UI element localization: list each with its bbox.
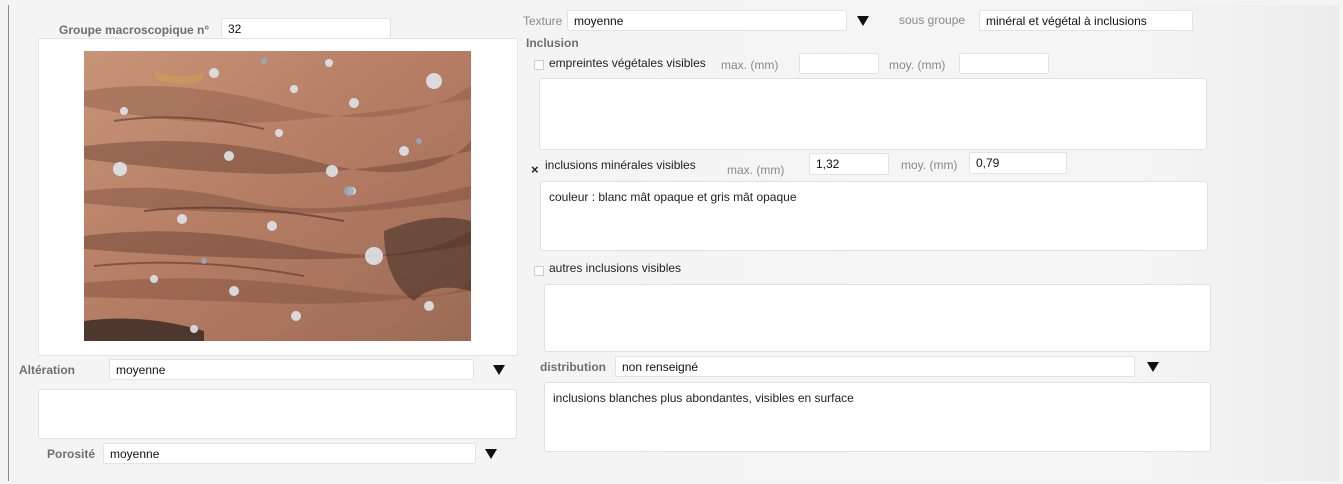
texture-select[interactable]: moyenne [567, 10, 847, 31]
mineral-label: inclusions minérales visibles [545, 158, 696, 172]
distribution-select[interactable]: non renseigné [615, 356, 1135, 377]
mineral-moy-label: moy. (mm) [901, 158, 958, 172]
vegetal-label: empreintes végétales visibles [549, 56, 706, 70]
vegetal-max-label: max. (mm) [721, 58, 779, 72]
group-label: Groupe macroscopique n° [59, 23, 210, 37]
texture-label: Texture [523, 14, 563, 28]
alteration-label: Altération [19, 363, 76, 377]
mineral-max-field[interactable]: 1,32 [809, 153, 889, 175]
vegetal-max-field[interactable] [799, 53, 879, 74]
vegetal-checkbox[interactable] [534, 60, 544, 70]
other-inclusions-notes-area[interactable] [544, 284, 1211, 352]
alteration-notes-area[interactable] [38, 389, 517, 439]
mineral-max-label: max. (mm) [727, 163, 785, 177]
texture-dropdown-chevron-down-icon[interactable] [857, 16, 869, 26]
porosity-select[interactable]: moyenne [103, 443, 476, 464]
vegetal-moy-field[interactable] [959, 53, 1049, 74]
distribution-notes-area[interactable]: inclusions blanches plus abondantes, vis… [544, 382, 1211, 452]
mineral-notes-area[interactable]: couleur : blanc mât opaque et gris mât o… [540, 181, 1208, 251]
other-inclusions-checkbox[interactable] [534, 266, 544, 276]
porosity-label: Porosité [47, 447, 96, 461]
mineral-x-mark-icon[interactable]: × [531, 163, 539, 176]
subgroup-field[interactable]: minéral et végétal à inclusions [979, 10, 1193, 31]
vegetal-moy-label: moy. (mm) [889, 58, 946, 72]
subgroup-label: sous groupe [899, 13, 966, 27]
form-frame: Groupe macroscopique n° 32 Altération mo… [8, 5, 1339, 481]
distribution-label: distribution [540, 360, 606, 374]
sample-photo [84, 51, 471, 341]
alteration-dropdown-chevron-down-icon[interactable] [493, 365, 505, 375]
other-inclusions-label: autres inclusions visibles [549, 261, 682, 275]
mineral-moy-field[interactable]: 0,79 [969, 152, 1067, 174]
distribution-dropdown-chevron-down-icon[interactable] [1147, 362, 1159, 372]
alteration-select[interactable]: moyenne [109, 359, 474, 380]
vegetal-notes-area[interactable] [539, 78, 1207, 150]
group-number-field[interactable]: 32 [221, 18, 391, 39]
porosity-dropdown-chevron-down-icon[interactable] [485, 449, 497, 459]
inclusion-heading: Inclusion [526, 36, 579, 50]
